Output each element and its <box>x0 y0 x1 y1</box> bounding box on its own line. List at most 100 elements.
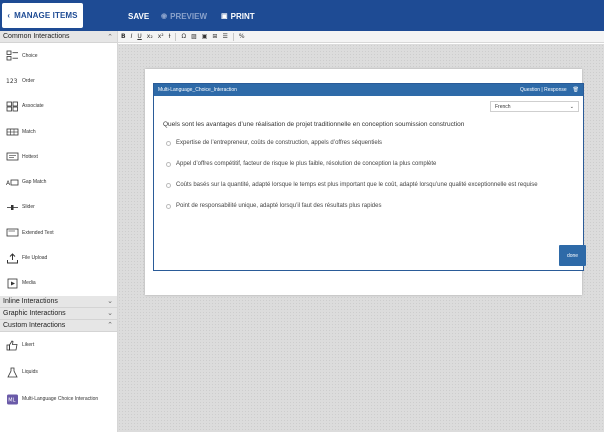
radio-icon[interactable] <box>166 183 171 188</box>
choice-icon <box>6 50 19 61</box>
radio-icon[interactable] <box>166 204 171 209</box>
sidebar-item-media[interactable]: Media <box>0 271 117 296</box>
preview-button[interactable]: ◉ PREVIEW <box>161 11 207 21</box>
link-icon[interactable]: % <box>239 33 245 40</box>
sidebar-item-liquids[interactable]: Liquids <box>0 359 117 386</box>
manage-items-button[interactable]: ‹ MANAGE ITEMS <box>2 3 83 28</box>
chevron-down-icon: ⌄ <box>569 103 574 110</box>
sidebar-item-hottext[interactable]: Hottext <box>0 144 117 169</box>
sidebar-item-choice[interactable]: Choice <box>0 43 117 68</box>
done-button[interactable]: done <box>559 245 586 266</box>
panel-title: Multi-Language_Choice_Interaction <box>158 87 237 93</box>
trash-icon[interactable]: 🗑 <box>573 87 579 93</box>
interactions-sidebar: Common Interactions ⌃ Choice 123 Order A… <box>0 31 118 432</box>
chevron-down-icon: ⌄ <box>107 298 113 306</box>
sidebar-item-label: File Upload <box>22 255 48 262</box>
extended-text-icon <box>6 227 19 238</box>
file-upload-icon <box>6 252 19 264</box>
bold-button[interactable]: B <box>121 33 126 40</box>
language-select[interactable]: French ⌄ <box>490 101 579 112</box>
common-interactions-label: Common Interactions <box>3 33 70 40</box>
toolbar-separator <box>175 32 177 41</box>
choice-label: Expertise de l’entrepreneur, coûts de co… <box>176 140 383 146</box>
media-icon <box>6 278 19 289</box>
horizontal-rule-icon[interactable]: ☰ <box>222 33 227 40</box>
omega-icon[interactable]: Ω <box>181 33 186 40</box>
radio-icon[interactable] <box>166 141 171 146</box>
rich-text-toolbar: B I U x₂ x² Ɨ Ω ▨ ▣ ⊞ ☰ % <box>118 31 604 43</box>
sidebar-item-label: Match <box>22 128 36 135</box>
sidebar-item-label: Likert <box>22 342 35 349</box>
choice-option[interactable]: Expertise de l’entrepreneur, coûts de co… <box>166 139 561 148</box>
sidebar-item-likert[interactable]: Likert <box>0 332 117 359</box>
custom-interactions-header[interactable]: Custom Interactions ⌃ <box>0 319 117 332</box>
sidebar-item-order[interactable]: 123 Order <box>0 68 117 93</box>
table-icon[interactable]: ⊞ <box>212 33 217 40</box>
sidebar-item-label: Gap Match <box>22 179 47 186</box>
common-interactions-header[interactable]: Common Interactions ⌃ <box>0 31 117 43</box>
clear-format-icon[interactable]: Ɨ <box>169 33 171 40</box>
item-canvas: Multi-Language_Choice_Interaction Questi… <box>118 44 604 432</box>
interaction-panel: Multi-Language_Choice_Interaction Questi… <box>153 83 586 271</box>
save-label: SAVE <box>128 11 150 21</box>
graphic-interactions-header[interactable]: Graphic Interactions ⌄ <box>0 307 117 320</box>
choice-label: Coûts basés sur la quantité, adapté lors… <box>176 182 538 188</box>
subscript-button[interactable]: x₂ <box>147 33 153 40</box>
toolbar-separator <box>232 32 234 41</box>
sidebar-item-file-upload[interactable]: File Upload <box>0 245 117 270</box>
sidebar-item-label: Media <box>22 280 36 287</box>
radio-icon[interactable] <box>166 162 171 167</box>
sidebar-item-label: Extended Text <box>22 229 54 236</box>
italic-button[interactable]: I <box>131 33 133 40</box>
gap-match-icon: A <box>6 177 19 188</box>
done-label: done <box>566 252 579 259</box>
print-button[interactable]: ▣ PRINT <box>221 11 255 21</box>
sidebar-item-multi-language-choice[interactable]: ML Multi-Language Choice Interaction <box>0 386 117 413</box>
inline-interactions-label: Inline Interactions <box>3 297 58 305</box>
svg-text:ML: ML <box>8 397 15 403</box>
choice-option[interactable]: Point de responsabilité unique, adapté l… <box>166 202 561 211</box>
sidebar-item-slider[interactable]: Slider <box>0 195 117 220</box>
eye-icon: ◉ <box>161 13 168 20</box>
multi-language-icon: ML <box>6 394 19 405</box>
sidebar-item-gap-match[interactable]: A Gap Match <box>0 169 117 194</box>
item-card: Multi-Language_Choice_Interaction Questi… <box>145 69 586 295</box>
sidebar-item-match[interactable]: Match <box>0 119 117 144</box>
preview-label: PREVIEW <box>170 11 208 21</box>
sidebar-item-label: Hottext <box>22 153 38 160</box>
print-label: PRINT <box>230 11 255 21</box>
choice-label: Appel d’offres compétitif, facteur de ri… <box>176 161 437 167</box>
associate-icon <box>6 101 19 112</box>
flask-icon <box>6 367 19 378</box>
chevron-down-icon: ⌄ <box>107 310 113 318</box>
sidebar-item-label: Multi-Language Choice Interaction <box>22 396 99 403</box>
sidebar-item-associate[interactable]: Associate <box>0 94 117 119</box>
sidebar-item-label: Slider <box>22 204 35 211</box>
slider-icon <box>6 202 19 213</box>
question-response-tabs[interactable]: Question | Response <box>520 87 567 93</box>
graphic-interactions-label: Graphic Interactions <box>3 309 66 317</box>
inline-interactions-header[interactable]: Inline Interactions ⌄ <box>0 295 117 308</box>
sidebar-item-label: Order <box>22 77 35 84</box>
printer-icon: ▣ <box>221 13 228 20</box>
panel-header: Multi-Language_Choice_Interaction Questi… <box>154 84 583 96</box>
custom-interactions-list: Likert Liquids ML Multi-Language Choice … <box>0 332 117 413</box>
underline-button[interactable]: U <box>137 33 141 40</box>
superscript-button[interactable]: x² <box>158 33 164 40</box>
sidebar-item-extended-text[interactable]: Extended Text <box>0 220 117 245</box>
choice-list: Expertise de l’entrepreneur, coûts de co… <box>166 139 561 211</box>
image-icon[interactable]: ▨ <box>191 33 197 40</box>
thumbs-up-icon <box>6 340 19 351</box>
picture-icon[interactable]: ▣ <box>202 33 208 40</box>
custom-interactions-label: Custom Interactions <box>3 321 66 329</box>
question-prompt[interactable]: Quels sont les avantages d’une réalisati… <box>163 121 464 128</box>
chevron-up-icon: ⌃ <box>107 33 113 41</box>
manage-items-label: MANAGE ITEMS <box>14 11 78 20</box>
sidebar-item-label: Associate <box>22 103 44 110</box>
svg-text:123: 123 <box>6 78 18 85</box>
choice-option[interactable]: Coûts basés sur la quantité, adapté lors… <box>166 181 561 190</box>
hottext-icon <box>6 151 19 162</box>
choice-option[interactable]: Appel d’offres compétitif, facteur de ri… <box>166 160 561 169</box>
save-button[interactable]: SAVE <box>128 11 149 21</box>
sidebar-item-label: Choice <box>22 52 38 59</box>
